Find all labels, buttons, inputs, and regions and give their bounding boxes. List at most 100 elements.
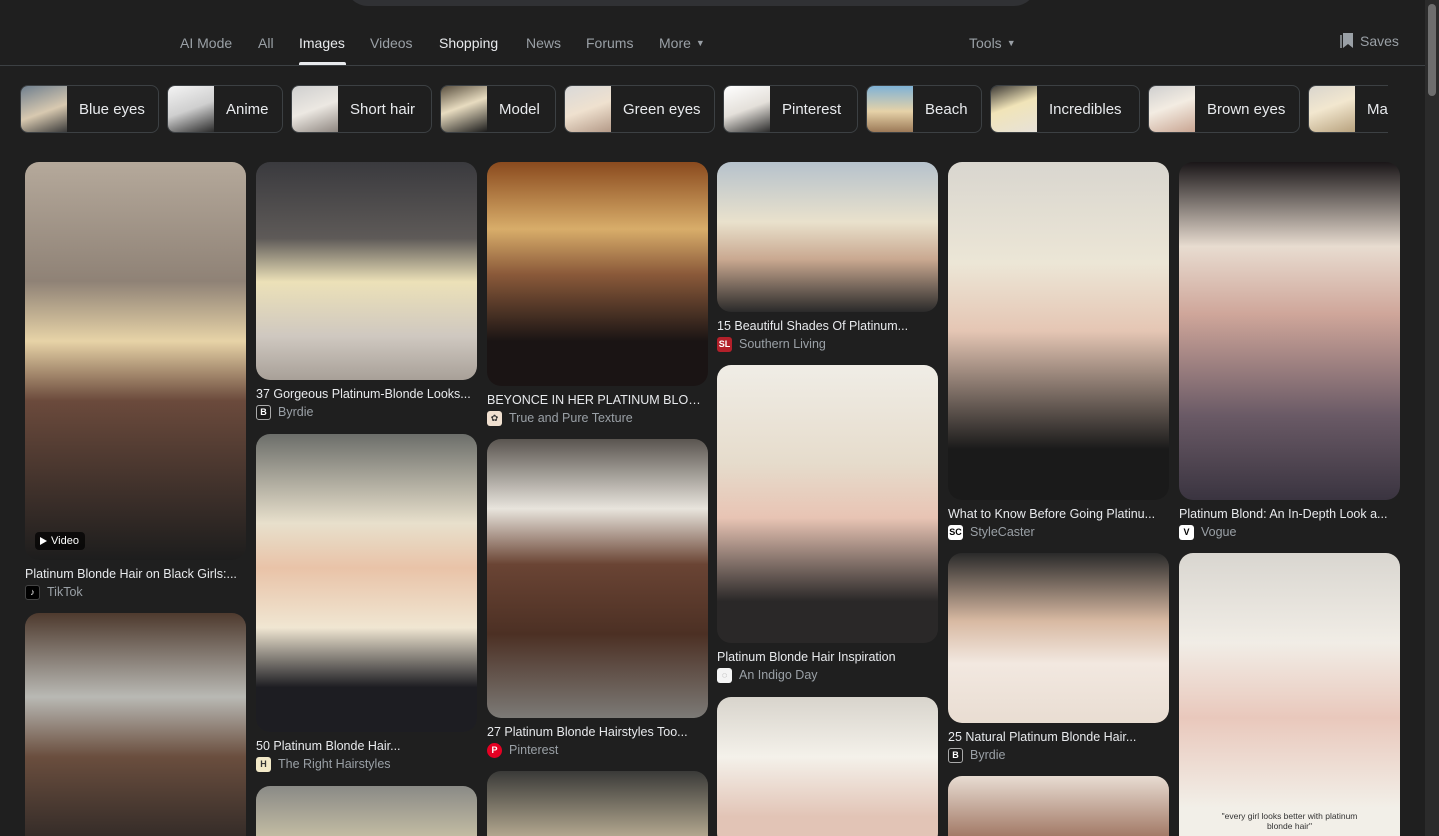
result-thumbnail[interactable] <box>948 553 1169 723</box>
result-title[interactable]: 25 Natural Platinum Blonde Hair... <box>948 729 1169 745</box>
result-source[interactable]: B Byrdie <box>256 405 477 420</box>
image-result[interactable]: "every girl looks better with platinum b… <box>1179 553 1400 836</box>
result-source-name: True and Pure Texture <box>509 411 633 425</box>
image-result[interactable] <box>25 613 246 836</box>
chip-thumbnail <box>565 86 611 132</box>
result-source[interactable]: SL Southern Living <box>717 337 938 352</box>
image-result[interactable]: What to Know Before Going Platinu... SC S… <box>948 162 1169 540</box>
result-thumbnail[interactable] <box>25 613 246 836</box>
result-thumbnail[interactable] <box>948 776 1169 836</box>
tab-more[interactable]: More ▼ <box>659 35 705 51</box>
result-thumbnail[interactable]: "every girl looks better with platinum b… <box>1179 553 1400 836</box>
result-source-name: Vogue <box>1201 525 1237 539</box>
image-result[interactable]: BEYONCE IN HER PLATINUM BLOND... ✿ True a… <box>487 162 708 426</box>
chip-label: Pinterest <box>782 100 842 118</box>
vogue-icon: V <box>1179 525 1194 540</box>
tab-images[interactable]: Images <box>299 35 345 51</box>
scrollbar-thumb[interactable] <box>1428 4 1436 96</box>
byrdie-icon: B <box>948 748 963 763</box>
chip-anime[interactable]: Anime <box>167 85 283 133</box>
result-thumbnail[interactable] <box>487 439 708 718</box>
result-source[interactable]: ◌ An Indigo Day <box>717 668 938 683</box>
result-title[interactable]: 15 Beautiful Shades Of Platinum... <box>717 318 938 334</box>
image-result[interactable]: 27 Platinum Blonde Hairstyles Too... P Pi… <box>487 439 708 758</box>
chip-beach[interactable]: Beach <box>866 85 982 133</box>
result-thumbnail[interactable] <box>487 771 708 836</box>
chip-thumbnail <box>1149 86 1195 132</box>
chip-green-eyes[interactable]: Green eyes <box>564 85 715 133</box>
chip-incredibles[interactable]: Incredibles <box>990 85 1140 133</box>
tab-shopping[interactable]: Shopping <box>439 35 498 51</box>
result-title[interactable]: Platinum Blond: An In-Depth Look a... <box>1179 506 1400 522</box>
result-thumbnail[interactable] <box>948 162 1169 500</box>
indigo-day-icon: ◌ <box>717 668 732 683</box>
result-thumbnail[interactable] <box>717 162 938 312</box>
chip-blue-eyes[interactable]: Blue eyes <box>20 85 159 133</box>
result-source[interactable]: ♪ TikTok <box>25 585 246 600</box>
image-result[interactable]: Video Platinum Blonde Hair on Black Girl… <box>25 162 246 600</box>
right-hairstyles-icon: H <box>256 757 271 772</box>
true-and-pure-icon: ✿ <box>487 411 502 426</box>
tools-button[interactable]: Tools ▼ <box>969 35 1016 51</box>
tab-videos[interactable]: Videos <box>370 35 413 51</box>
image-result[interactable] <box>948 776 1169 836</box>
result-source-name: The Right Hairstyles <box>278 757 391 771</box>
video-badge: Video <box>35 532 85 550</box>
chip-model[interactable]: Model <box>440 85 556 133</box>
image-result[interactable]: 37 Gorgeous Platinum-Blonde Looks... B By… <box>256 162 477 420</box>
image-result[interactable] <box>487 771 708 836</box>
result-source[interactable]: SC StyleCaster <box>948 525 1169 540</box>
play-icon <box>40 537 47 545</box>
tab-ai-mode[interactable]: AI Mode <box>180 35 232 51</box>
result-thumbnail[interactable] <box>1179 162 1400 500</box>
chip-short-hair[interactable]: Short hair <box>291 85 432 133</box>
result-source-name: Southern Living <box>739 337 826 351</box>
result-source[interactable]: H The Right Hairstyles <box>256 757 477 772</box>
chip-brown-eyes[interactable]: Brown eyes <box>1148 85 1300 133</box>
chip-thumbnail <box>724 86 770 132</box>
image-result[interactable]: Platinum Blonde Hair Inspiration ◌ An Ind… <box>717 365 938 683</box>
result-source-name: Pinterest <box>509 743 559 757</box>
tab-forums[interactable]: Forums <box>586 35 633 51</box>
result-thumbnail[interactable] <box>256 162 477 380</box>
chip-thumbnail <box>168 86 214 132</box>
chip-label: Short hair <box>350 100 416 118</box>
thumbnail-overlay-text: "every girl looks better with platinum b… <box>1221 811 1358 831</box>
bookmark-icon <box>1340 33 1353 48</box>
chevron-down-icon: ▼ <box>695 38 705 48</box>
chip-thumbnail <box>991 86 1037 132</box>
result-source[interactable]: V Vogue <box>1179 525 1400 540</box>
result-title[interactable]: 50 Platinum Blonde Hair... <box>256 738 477 754</box>
saves-button[interactable]: Saves <box>1340 32 1399 49</box>
result-title[interactable]: What to Know Before Going Platinu... <box>948 506 1169 522</box>
result-title[interactable]: 37 Gorgeous Platinum-Blonde Looks... <box>256 386 477 402</box>
result-thumbnail[interactable]: Video <box>25 162 246 560</box>
image-result[interactable] <box>256 786 477 836</box>
result-thumbnail[interactable] <box>717 365 938 643</box>
result-title[interactable]: Platinum Blonde Hair Inspiration <box>717 649 938 665</box>
tab-all[interactable]: All <box>258 35 274 51</box>
tab-news[interactable]: News <box>526 35 561 51</box>
result-title[interactable]: BEYONCE IN HER PLATINUM BLOND... <box>487 392 708 408</box>
result-thumbnail[interactable] <box>487 162 708 386</box>
result-source[interactable]: P Pinterest <box>487 743 708 758</box>
image-result[interactable]: 25 Natural Platinum Blonde Hair... B Byrd… <box>948 553 1169 763</box>
result-title[interactable]: 27 Platinum Blonde Hairstyles Too... <box>487 724 708 740</box>
chip-pinterest[interactable]: Pinterest <box>723 85 858 133</box>
result-title[interactable]: Platinum Blonde Hair on Black Girls:... <box>25 566 246 582</box>
result-thumbnail[interactable] <box>256 786 477 836</box>
image-result[interactable] <box>717 697 938 836</box>
chip-thumbnail <box>867 86 913 132</box>
image-result[interactable]: 15 Beautiful Shades Of Platinum... SL Sou… <box>717 162 938 352</box>
saves-label: Saves <box>1360 32 1399 49</box>
result-thumbnail[interactable] <box>717 697 938 836</box>
image-result[interactable]: Platinum Blond: An In-Depth Look a... VV… <box>1179 162 1400 540</box>
result-source[interactable]: ✿ True and Pure Texture <box>487 411 708 426</box>
chip-ma[interactable]: Ma <box>1308 85 1388 133</box>
result-source-name: Byrdie <box>970 748 1006 762</box>
page-scrollbar[interactable] <box>1425 0 1439 836</box>
related-search-chips: Blue eyes Anime Short hair Model Green e… <box>20 85 1388 133</box>
result-source[interactable]: B Byrdie <box>948 748 1169 763</box>
result-thumbnail[interactable] <box>256 434 477 732</box>
image-result[interactable]: 50 Platinum Blonde Hair... H The Right Ha… <box>256 434 477 772</box>
